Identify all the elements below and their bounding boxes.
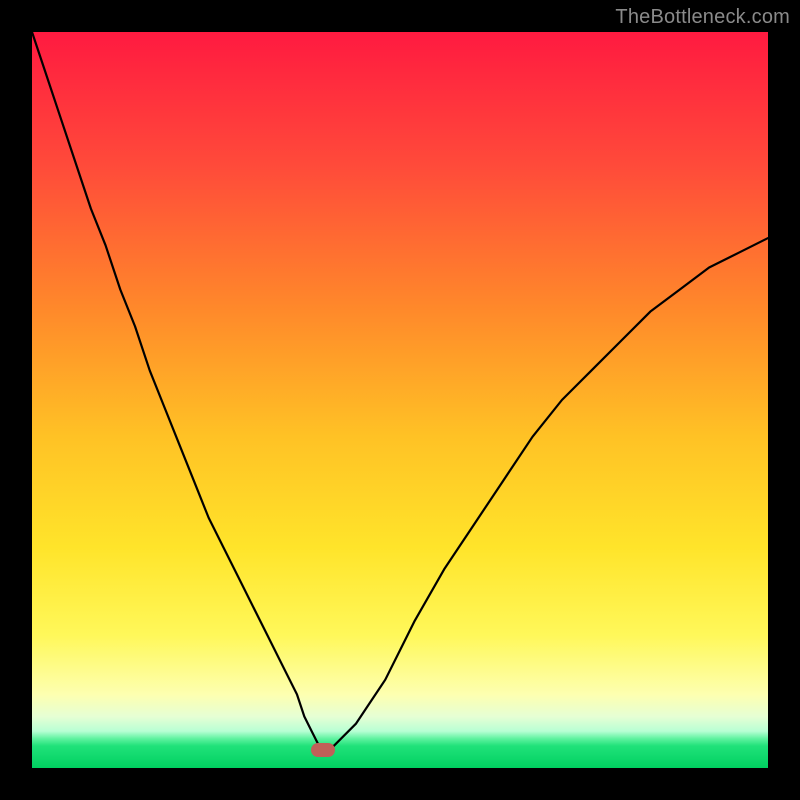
bottleneck-curve xyxy=(32,32,768,768)
plot-area xyxy=(32,32,768,768)
optimum-marker xyxy=(311,743,335,757)
chart-frame: TheBottleneck.com xyxy=(0,0,800,800)
watermark-text: TheBottleneck.com xyxy=(615,6,790,29)
